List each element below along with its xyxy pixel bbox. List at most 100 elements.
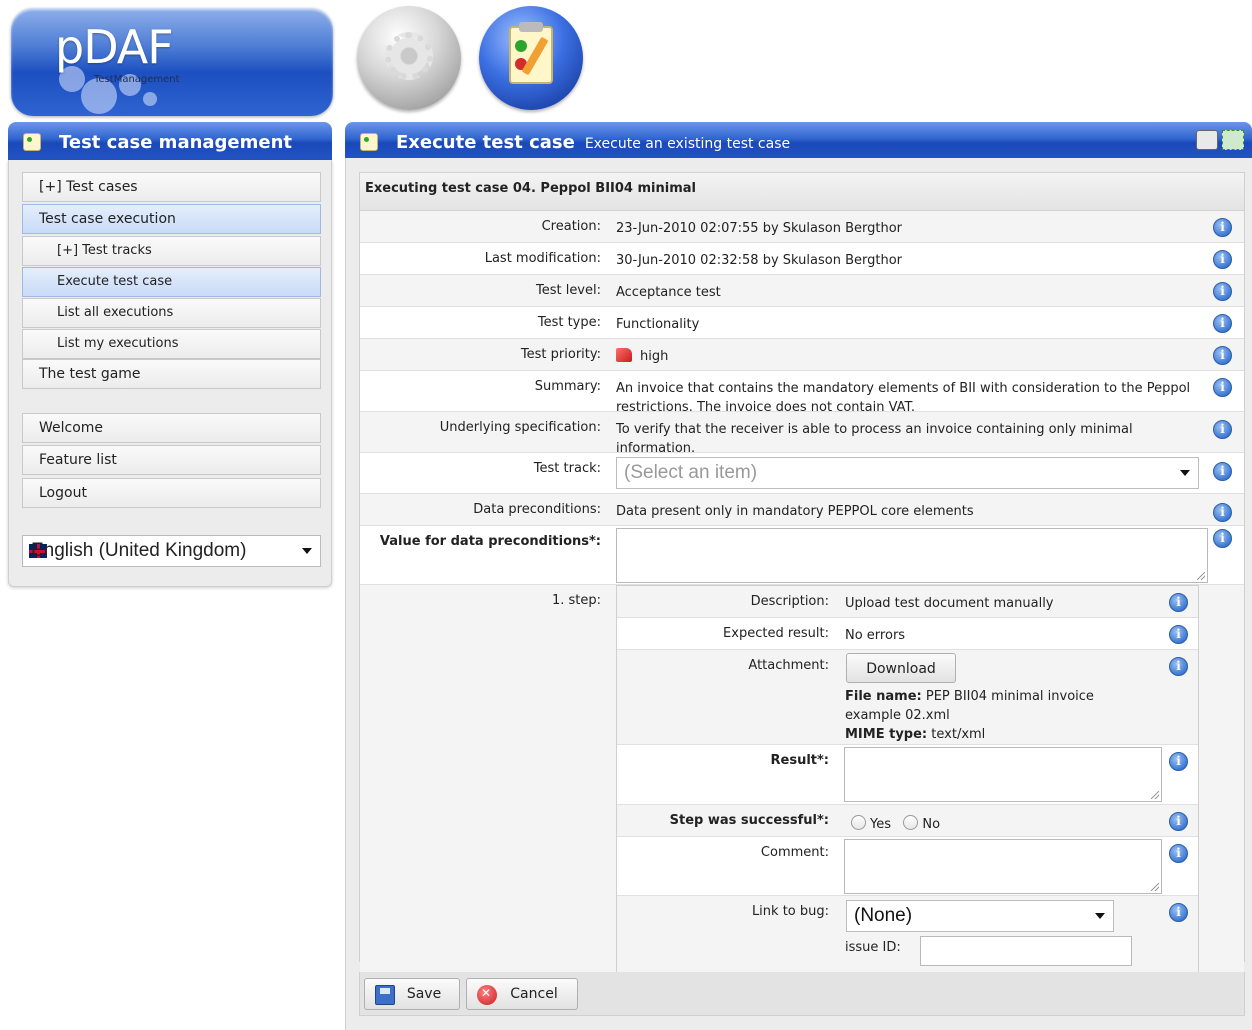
modification-label: Last modification: xyxy=(484,251,601,266)
priority-row: Test priority: high i xyxy=(360,339,1244,371)
sidebar-item-welcome[interactable]: Welcome xyxy=(22,413,321,443)
cancel-button[interactable]: Cancel xyxy=(466,978,578,1010)
form-title: Executing test case 04. Peppol BII04 min… xyxy=(360,173,1244,211)
sidebar-item-feature-list[interactable]: Feature list xyxy=(22,445,321,475)
info-icon[interactable]: i xyxy=(1213,503,1232,522)
mime-type-value: text/xml xyxy=(931,727,986,742)
creation-label: Creation: xyxy=(541,219,601,234)
precondition-input-label: Value for data preconditions*: xyxy=(379,534,601,549)
spec-row: Underlying specification: To verify that… xyxy=(360,412,1244,456)
info-icon[interactable]: i xyxy=(1213,314,1232,333)
test-track-select[interactable]: (Select an item) xyxy=(616,457,1199,489)
sidebar-item-test-game[interactable]: The test game xyxy=(22,359,321,389)
action-bar: Save Cancel xyxy=(359,972,1245,1016)
settings-orb-button[interactable] xyxy=(357,6,461,110)
summary-label: Summary: xyxy=(534,379,601,394)
info-icon[interactable]: i xyxy=(1213,218,1232,237)
info-icon[interactable]: i xyxy=(1169,657,1188,676)
sidebar-item-list-all-executions[interactable]: List all executions xyxy=(22,298,321,328)
step-success-label: Step was successful*: xyxy=(669,813,829,828)
info-icon[interactable]: i xyxy=(1169,593,1188,612)
sidebar-item-list-my-executions[interactable]: List my executions xyxy=(22,329,321,359)
sidebar-item-test-case-execution[interactable]: Test case execution xyxy=(22,204,321,234)
info-icon[interactable]: i xyxy=(1169,752,1188,771)
precondition-value: Data present only in mandatory PEPPOL co… xyxy=(616,504,974,519)
info-icon[interactable]: i xyxy=(1213,378,1232,397)
priority-value-wrap: high xyxy=(616,347,1206,366)
track-label: Test track: xyxy=(533,461,601,476)
save-icon xyxy=(375,985,395,1005)
step-attachment-row: Attachment: Download File name: PEP BII0… xyxy=(617,650,1198,745)
info-icon[interactable]: i xyxy=(1213,529,1232,548)
comment-textarea[interactable] xyxy=(844,839,1162,894)
checklist-icon xyxy=(23,133,41,151)
logo-text: pDAF xyxy=(55,20,174,74)
attachment-info: File name: PEP BII04 minimal invoice exa… xyxy=(845,687,1135,744)
cancel-label: Cancel xyxy=(510,986,558,1002)
mime-type-label: MIME type: xyxy=(845,727,928,742)
step-result-row: Result*: i xyxy=(617,745,1198,805)
result-textarea[interactable] xyxy=(844,747,1162,802)
info-icon[interactable]: i xyxy=(1169,844,1188,863)
step-comment-label: Comment: xyxy=(760,845,829,860)
sidebar-item-execute-test-case[interactable]: Execute test case xyxy=(22,267,321,297)
sidebar-item-test-cases[interactable]: [+] Test cases xyxy=(22,172,321,202)
info-icon[interactable]: i xyxy=(1213,346,1232,365)
success-radio-group: Yes No xyxy=(851,815,1151,834)
save-button[interactable]: Save xyxy=(364,978,460,1010)
app-logo[interactable]: pDAF TestManagement xyxy=(11,8,333,116)
info-icon[interactable]: i xyxy=(1169,812,1188,831)
sidebar-header: Test case management xyxy=(8,122,332,160)
main-header: Execute test case Execute an existing tes… xyxy=(345,122,1252,160)
test-management-orb-button[interactable] xyxy=(479,6,583,110)
step-attachment-label: Attachment: xyxy=(748,658,829,673)
step-expected-value: No errors xyxy=(845,628,906,643)
no-radio[interactable] xyxy=(903,815,919,830)
print-icon[interactable] xyxy=(1196,130,1218,150)
info-icon[interactable]: i xyxy=(1213,462,1232,481)
page-subtitle: Execute an existing test case xyxy=(584,136,791,152)
no-label: No xyxy=(922,817,941,832)
clipboard-checklist-icon xyxy=(509,22,553,84)
step-expected-row: Expected result: No errors i xyxy=(617,618,1198,650)
sidebar: [+] Test cases Test case execution [+] T… xyxy=(8,160,332,587)
download-button[interactable]: Download xyxy=(846,653,956,683)
precondition-label: Data preconditions: xyxy=(473,502,601,517)
priority-flag-icon xyxy=(616,348,632,362)
language-value: English (United Kingdom) xyxy=(31,540,247,561)
step-expected-label: Expected result: xyxy=(723,626,829,641)
page-title-text: Execute test case xyxy=(396,132,575,153)
bug-select[interactable]: (None) xyxy=(846,900,1114,932)
yes-radio[interactable] xyxy=(851,815,866,830)
step-result-label: Result*: xyxy=(770,753,830,768)
bug-select-value: (None) xyxy=(854,905,913,926)
language-select[interactable]: English (United Kingdom) xyxy=(22,535,321,567)
issue-id-input[interactable] xyxy=(920,936,1132,966)
modification-value: 30-Jun-2010 02:32:58 by Skulason Bergtho… xyxy=(616,253,902,268)
expand-icon[interactable] xyxy=(1222,130,1244,150)
info-icon[interactable]: i xyxy=(1213,282,1232,301)
info-icon[interactable]: i xyxy=(1169,903,1188,922)
type-label: Test type: xyxy=(537,315,601,330)
info-icon[interactable]: i xyxy=(1213,250,1232,269)
precondition-row: Data preconditions: Data present only in… xyxy=(360,494,1244,526)
dropdown-arrow-icon xyxy=(1095,913,1105,919)
priority-value: high xyxy=(640,349,669,364)
sidebar-item-logout[interactable]: Logout xyxy=(22,478,321,508)
dropdown-arrow-icon xyxy=(302,548,312,554)
test-track-placeholder: (Select an item) xyxy=(624,462,758,483)
sidebar-item-test-tracks[interactable]: [+] Test tracks xyxy=(22,236,321,266)
info-icon[interactable]: i xyxy=(1169,625,1188,644)
level-row: Test level: Acceptance test i xyxy=(360,275,1244,307)
step-comment-row: Comment: i xyxy=(617,837,1198,896)
type-value: Functionality xyxy=(616,317,700,332)
step-label: 1. step: xyxy=(551,593,601,608)
level-value: Acceptance test xyxy=(616,285,721,300)
save-label: Save xyxy=(406,986,442,1002)
step-success-row: Step was successful*: Yes No i xyxy=(617,805,1198,837)
priority-label: Test priority: xyxy=(520,347,601,362)
precondition-textarea[interactable] xyxy=(616,528,1208,583)
step-description-value: Upload test document manually xyxy=(845,596,1054,611)
execution-form: Executing test case 04. Peppol BII04 min… xyxy=(359,172,1245,977)
info-icon[interactable]: i xyxy=(1213,420,1232,439)
